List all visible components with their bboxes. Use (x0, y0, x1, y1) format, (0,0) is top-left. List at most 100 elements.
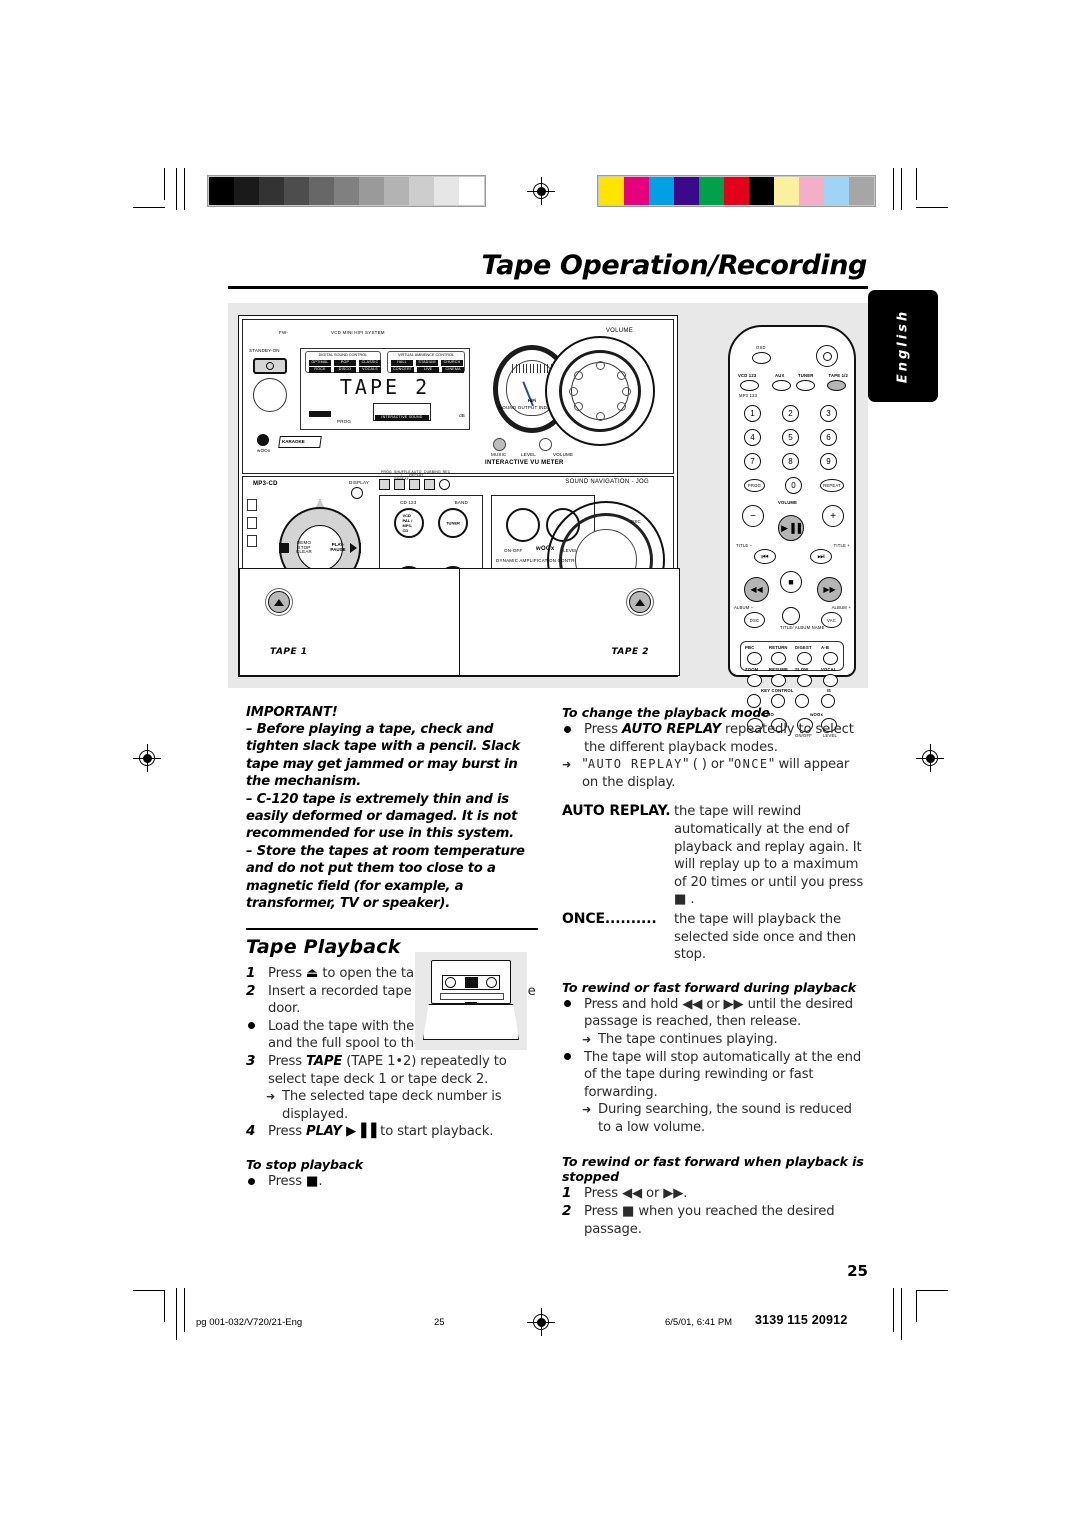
stop-playback-step: Press ■. (246, 1173, 538, 1191)
source-button-tape[interactable] (827, 380, 846, 391)
source-button-tuner[interactable] (796, 380, 815, 391)
remote-button-slow[interactable] (797, 674, 812, 687)
band-label: BAND (454, 500, 468, 505)
panel-button-rec[interactable] (439, 479, 450, 490)
panel-button-prog[interactable] (379, 479, 390, 490)
number-button-0-label: 0 (791, 481, 796, 490)
rewind-button[interactable]: ◀◀ (744, 577, 769, 602)
color-swatch (749, 177, 774, 205)
mode-definition: ONCE.......... the tape will playback the… (562, 911, 868, 964)
number-button-3[interactable]: 3 (820, 405, 837, 422)
remote-button-vocal[interactable] (823, 674, 838, 687)
volume-label: VOLUME (605, 328, 633, 334)
remote-control: OSD VCD 123 AUX TUNER TAPE 1/2 MP3 123 1… (728, 325, 856, 738)
source-button-vcd-label: VCD PAL / MP3-CD (402, 513, 413, 533)
number-button-0[interactable]: 0 (785, 477, 802, 494)
title-album-name-button[interactable] (782, 607, 800, 625)
panel-button-auto-replay[interactable] (409, 479, 420, 490)
mode-definition-term: ONCE.......... (562, 910, 657, 927)
footer-timestamp: 6/5/01, 6:41 PM (665, 1317, 733, 1328)
source-button-vcd[interactable]: VCD PAL / MP3-CD (394, 508, 424, 538)
lcd-auto-replay-text: AUTO REPLAY (587, 757, 683, 772)
repeat-button[interactable]: REPEAT (820, 479, 844, 492)
eject-button[interactable] (268, 591, 290, 613)
number-button-9[interactable]: 9 (820, 453, 837, 470)
eject-button[interactable] (629, 591, 651, 613)
number-button-7[interactable]: 7 (744, 453, 761, 470)
number-button-6[interactable]: 6 (820, 429, 837, 446)
music-knob[interactable] (493, 438, 506, 451)
step-key: TAPE (306, 1054, 343, 1070)
remote-button-return[interactable] (771, 652, 786, 665)
number-button-1[interactable]: 1 (744, 405, 761, 422)
osd-button[interactable] (752, 352, 771, 364)
remote-button-resume[interactable] (771, 674, 786, 687)
volume-label: VOLUME (778, 500, 798, 505)
bullet-icon (248, 1022, 255, 1030)
number-button-2[interactable]: 2 (782, 405, 799, 422)
vac-label: VAC (827, 617, 836, 623)
dac-onoff-knob[interactable] (506, 508, 540, 542)
stop-button[interactable]: ■ (780, 571, 802, 593)
source-button-aux[interactable] (772, 380, 791, 391)
mp3cd-label: MP3-CD (253, 481, 278, 487)
source-button-vcd[interactable] (740, 380, 759, 391)
volume-up-button[interactable]: + (822, 505, 844, 527)
number-button-8[interactable]: 8 (782, 453, 799, 470)
forward-button[interactable]: ▶▶ (817, 577, 842, 602)
speaker-cone-left (253, 378, 287, 412)
number-button-4[interactable]: 4 (744, 429, 761, 446)
knob-dot (617, 402, 626, 411)
side-button-a[interactable] (247, 499, 257, 511)
remote-button-a-b[interactable] (823, 652, 838, 665)
playback-mode-bullet: Press AUTO REPLAY repeatedly to select t… (562, 721, 868, 756)
dsc-group: DIGITAL SOUND CONTROL OPTIMAL POP CLASSIC … (305, 351, 381, 373)
number-button-5[interactable]: 5 (782, 429, 799, 446)
panel-button-dubbing[interactable] (424, 479, 435, 490)
remote-button-digest[interactable] (797, 652, 812, 665)
cd123-label: CD 123 (400, 500, 417, 505)
tape-deck-2[interactable]: TAPE 2 (459, 568, 680, 676)
step-key: PLAY ▶▐▐ (306, 1124, 377, 1140)
prog-button[interactable]: PROG (744, 479, 765, 492)
tape-deck-1[interactable]: TAPE 1 (239, 568, 460, 676)
play-pause-icon: ▶▐▐ (781, 522, 801, 533)
side-button-b[interactable] (247, 517, 257, 529)
knob-dot (622, 386, 631, 396)
cassette-tape-pack (464, 977, 478, 988)
source-label-tuner: TUNER (798, 373, 814, 378)
play-pause-button-icon[interactable] (350, 543, 361, 553)
side-button-c[interactable] (247, 535, 257, 547)
next-button[interactable]: ⏭ (810, 549, 832, 564)
volume-knob[interactable] (545, 336, 655, 446)
display-button[interactable] (351, 487, 363, 499)
arrow-icon: ➜ (582, 1032, 592, 1046)
title-divider (228, 286, 868, 289)
level-knob[interactable] (539, 438, 552, 451)
stop-button-icon[interactable] (279, 543, 289, 553)
registration-mark-left (133, 744, 161, 772)
volume-down-label: − (750, 510, 756, 522)
mp3-label: MP3 123 (739, 393, 758, 398)
play-pause-button[interactable]: ▶▐▐ (778, 515, 804, 541)
grayscale-swatch (259, 177, 284, 205)
remote-button-pbc[interactable] (747, 652, 762, 665)
volume-down-button[interactable]: − (742, 505, 764, 527)
standby-button[interactable] (816, 345, 838, 367)
source-button-tuner[interactable]: TUNER (438, 508, 468, 538)
previous-button[interactable]: ⏮ (754, 549, 776, 564)
rewind-ff-item-text: During searching, the sound is reduced t… (598, 1102, 852, 1135)
vac-button[interactable]: VAC (821, 612, 842, 628)
remote-button-zoom[interactable] (747, 674, 762, 687)
rewind-ff-stopped-items: 1 Press ◀◀ or ▶▶. 2 Press ■ when you reache… (562, 1185, 868, 1238)
number-button-6-label: 6 (826, 433, 831, 442)
repeat-label: REPEAT (823, 483, 841, 488)
standby-on-label: STANDBY-ON (249, 348, 280, 353)
cassette-bottom-edge (440, 993, 504, 1000)
tape-deck-row: TAPE 1 TAPE 2 (239, 568, 680, 676)
dsc-button[interactable]: DSC (744, 612, 765, 628)
is-label: IS (826, 688, 831, 693)
grayscale-swatch (434, 177, 459, 205)
grayscale-swatch (209, 177, 234, 205)
step-number: 2 (562, 1203, 572, 1220)
